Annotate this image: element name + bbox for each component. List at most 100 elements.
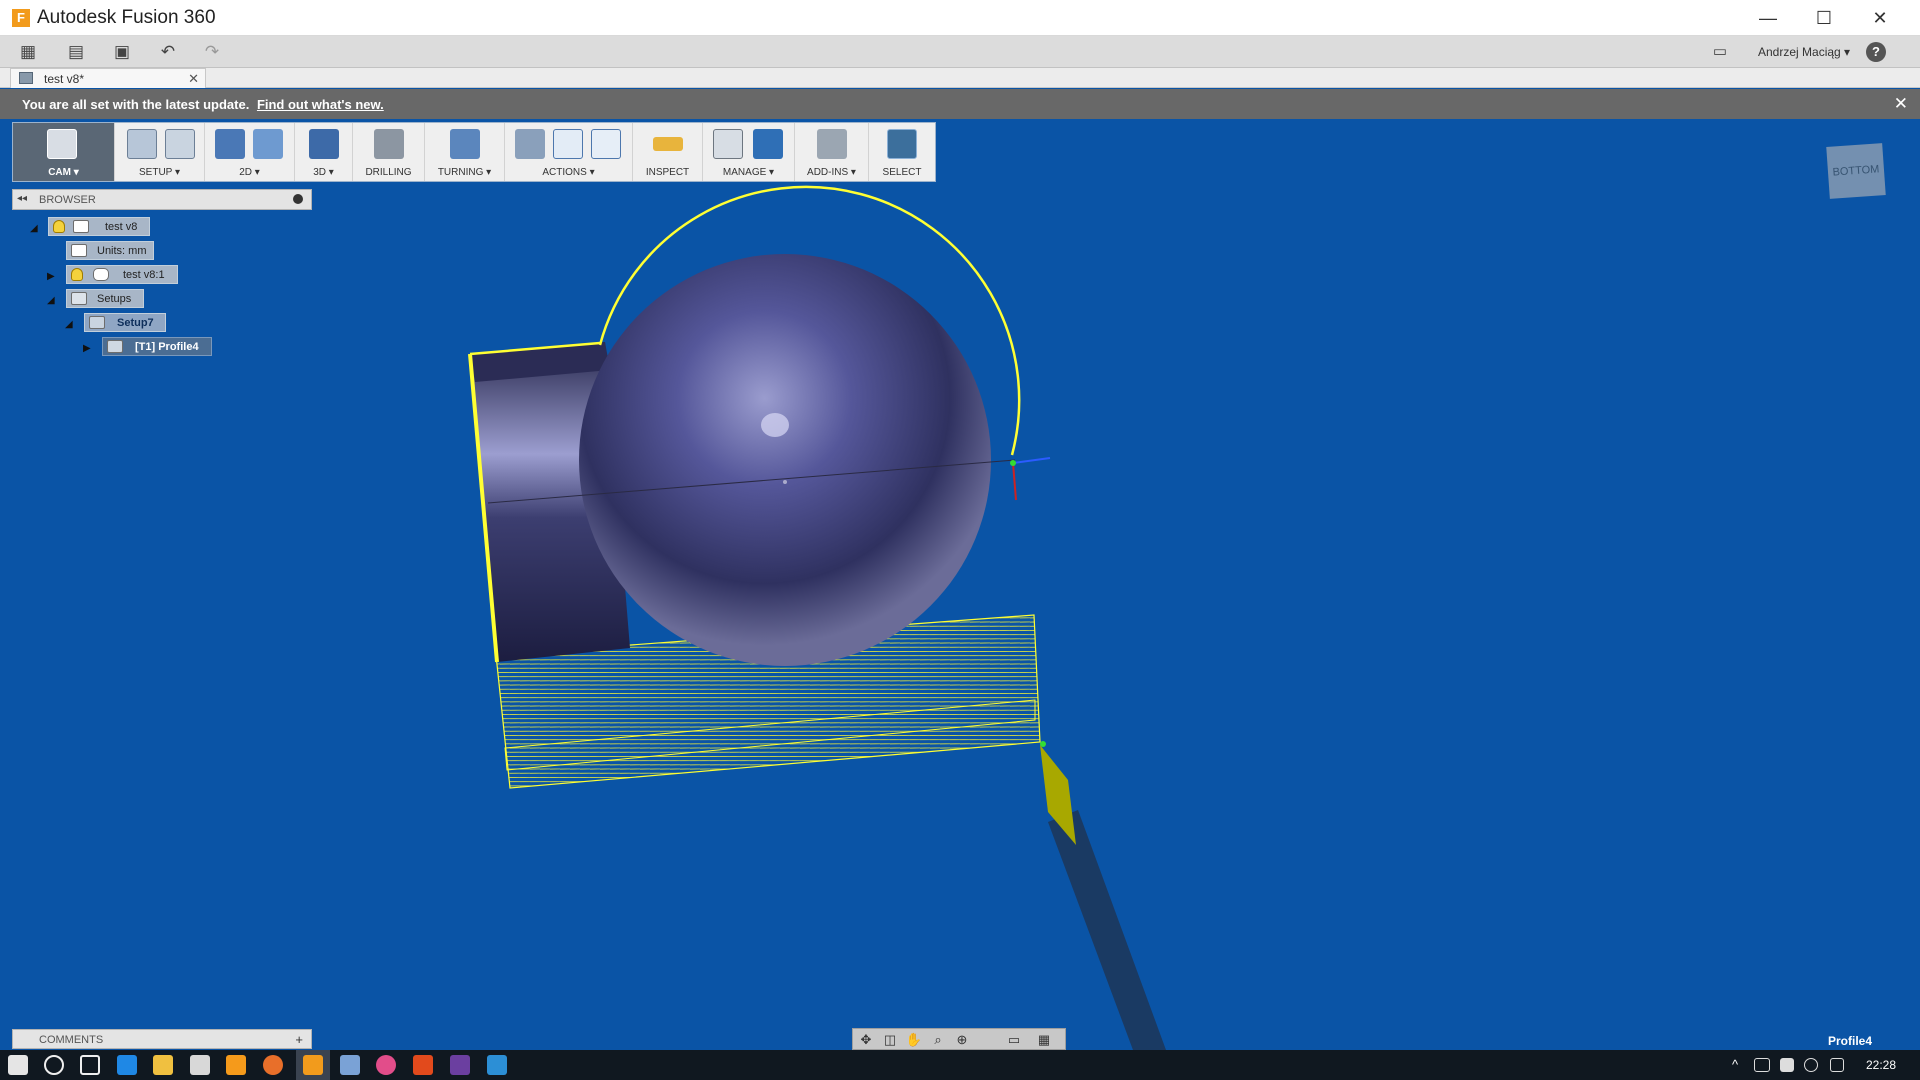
app-orange-icon[interactable]: [226, 1055, 246, 1075]
fusion360-taskbar-icon[interactable]: [303, 1055, 323, 1075]
fit-view-icon[interactable]: ⊕: [953, 1031, 971, 1048]
browser-title: BROWSER: [39, 194, 96, 206]
document-cube-icon: [19, 72, 33, 84]
add-comment-icon[interactable]: +: [295, 1032, 303, 1047]
expand-component-icon[interactable]: ▶: [47, 271, 55, 282]
turning-tool[interactable]: [1040, 741, 1166, 1050]
app-purple-icon[interactable]: [450, 1055, 470, 1075]
document-icon: [73, 220, 89, 233]
turning-profile-icon: [450, 129, 480, 159]
templates-icon: [753, 129, 783, 159]
expand-operation-icon[interactable]: ▶: [83, 343, 91, 354]
taskbar-clock[interactable]: 22:28: [1866, 1058, 1896, 1072]
keyboard-icon[interactable]: [1830, 1058, 1844, 1072]
zoom-icon[interactable]: ⌕: [929, 1031, 947, 1048]
addins-menu[interactable]: ADD-INS ▾: [795, 123, 869, 181]
volume-icon[interactable]: [1804, 1058, 1818, 1072]
visibility-bulb-icon[interactable]: [53, 220, 65, 233]
measure-icon: [653, 137, 683, 151]
orbit-icon[interactable]: ✥: [857, 1031, 875, 1048]
comments-panel[interactable]: COMMENTS +: [12, 1029, 312, 1049]
turning-menu[interactable]: TURNING ▾: [425, 123, 505, 181]
sync-icon[interactable]: [1780, 1058, 1794, 1072]
tree-setups-node[interactable]: Setups: [66, 289, 144, 308]
setup-menu[interactable]: SETUP ▾: [115, 123, 205, 181]
close-tab-icon[interactable]: ✕: [188, 71, 199, 87]
part-model[interactable]: [468, 185, 1021, 666]
itunes-icon[interactable]: [376, 1055, 396, 1075]
save-icon[interactable]: ▣: [110, 40, 134, 64]
display-settings-icon[interactable]: ▭: [1005, 1031, 1023, 1048]
pan-icon[interactable]: ✋: [905, 1031, 923, 1048]
document-tab[interactable]: test v8* ✕: [10, 68, 206, 88]
drilling-menu[interactable]: DRILLING: [353, 123, 425, 181]
setup-icon: [89, 316, 105, 329]
file-menu-icon[interactable]: ▤: [60, 40, 92, 64]
actions-menu[interactable]: ACTIONS ▾: [505, 123, 633, 181]
cube-app-icon[interactable]: [340, 1055, 360, 1075]
tree-operation-node[interactable]: [T1] Profile4: [102, 337, 212, 356]
browser-panel-header[interactable]: ◂◂ BROWSER: [12, 189, 312, 210]
network-icon[interactable]: [1754, 1058, 1770, 1072]
3d-adaptive-icon: [309, 129, 339, 159]
expand-setup-icon[interactable]: ◢: [65, 319, 73, 330]
3d-menu[interactable]: 3D ▾: [295, 123, 353, 181]
collapse-browser-icon[interactable]: ◂◂: [17, 193, 27, 204]
post-process-icon: [553, 129, 583, 159]
maximize-button[interactable]: ☐: [1796, 0, 1852, 36]
file-explorer-icon[interactable]: [153, 1055, 173, 1075]
redo-icon[interactable]: ↷: [196, 40, 228, 64]
tool-library-icon: [713, 129, 743, 159]
close-window-button[interactable]: ✕: [1852, 0, 1908, 36]
store-icon[interactable]: [190, 1055, 210, 1075]
component-visibility-bulb-icon[interactable]: [71, 268, 83, 281]
undo-icon[interactable]: ↶: [152, 40, 184, 64]
firefox-icon[interactable]: [263, 1055, 283, 1075]
manage-menu[interactable]: MANAGE ▾: [703, 123, 795, 181]
edge-browser-icon[interactable]: [117, 1055, 137, 1075]
inspect-menu[interactable]: INSPECT: [633, 123, 703, 181]
view-cube[interactable]: BOTTOM: [1826, 143, 1886, 199]
select-menu[interactable]: SELECT: [869, 123, 935, 181]
look-at-icon[interactable]: ◫: [881, 1031, 899, 1048]
tree-setup-node[interactable]: Setup7: [84, 313, 166, 332]
browser-pin-icon[interactable]: [293, 194, 303, 204]
close-notification-icon[interactable]: ✕: [1894, 94, 1908, 114]
user-account-menu[interactable]: Andrzej Maciąg ▾: [1758, 45, 1850, 59]
notifications-icon[interactable]: ▭: [1708, 40, 1732, 64]
grid-settings-icon[interactable]: ▦: [1035, 1031, 1053, 1048]
windows-taskbar: ^ 22:28: [0, 1050, 1920, 1080]
minimize-button[interactable]: —: [1740, 0, 1796, 36]
update-notification-bar: You are all set with the latest update. …: [0, 89, 1920, 119]
tree-component-node[interactable]: test v8:1: [66, 265, 178, 284]
title-bar: F Autodesk Fusion 360 — ☐ ✕: [0, 0, 1920, 36]
expand-setups-icon[interactable]: ◢: [47, 295, 55, 306]
setups-folder-icon: [71, 292, 87, 305]
2d-menu[interactable]: 2D ▾: [205, 123, 295, 181]
tree-root-node[interactable]: test v8: [48, 217, 150, 236]
app-red-icon[interactable]: [413, 1055, 433, 1075]
folder-setup-icon: [165, 129, 195, 159]
notification-text: You are all set with the latest update.: [22, 97, 250, 112]
window-title: Autodesk Fusion 360: [37, 7, 216, 28]
manage-label: MANAGE ▾: [722, 167, 775, 178]
app-blue-icon[interactable]: [487, 1055, 507, 1075]
task-view-icon[interactable]: [80, 1055, 100, 1075]
document-tab-label: test v8*: [44, 72, 85, 86]
workspace-switcher[interactable]: CAM ▾: [13, 123, 115, 181]
whats-new-link[interactable]: Find out what's new.: [257, 97, 384, 112]
expand-root-icon[interactable]: ◢: [30, 223, 38, 234]
cam-workspace-icon: [47, 129, 77, 159]
help-icon[interactable]: ?: [1866, 42, 1886, 62]
2d-adaptive-icon: [215, 129, 245, 159]
tree-units-node[interactable]: Units: mm: [66, 241, 154, 260]
start-windows-icon[interactable]: [8, 1055, 28, 1075]
tray-overflow-icon[interactable]: ^: [1732, 1057, 1738, 1072]
search-icon[interactable]: [44, 1055, 64, 1075]
inspect-label: INSPECT: [645, 167, 690, 178]
document-tab-bar: test v8* ✕: [0, 68, 1920, 88]
select-label: SELECT: [882, 167, 922, 178]
setup-sheet-icon: [591, 129, 621, 159]
apps-grid-icon[interactable]: ▦: [16, 40, 40, 64]
new-setup-icon: [127, 129, 157, 159]
